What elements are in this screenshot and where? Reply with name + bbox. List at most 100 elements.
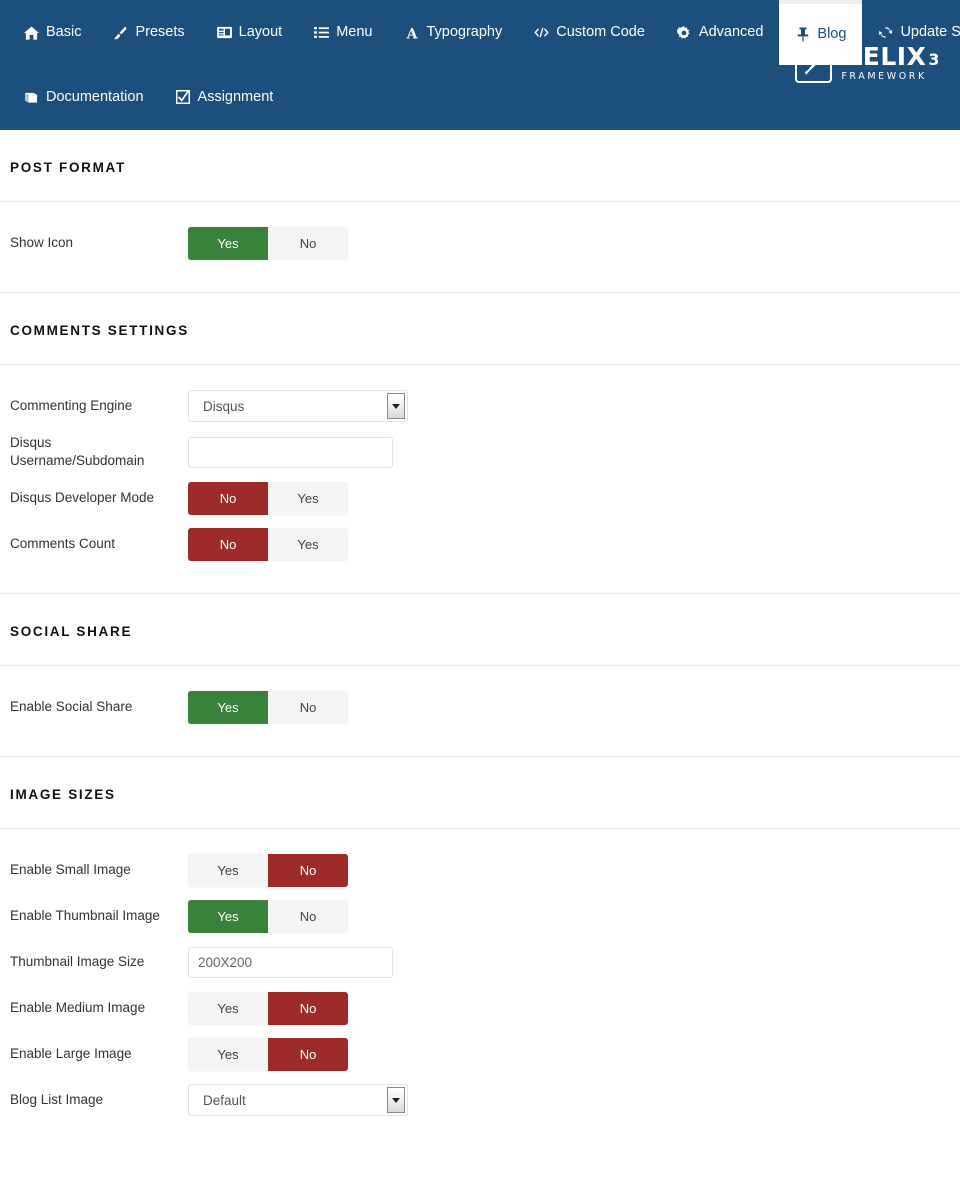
nav-tab-label: Assignment [197,88,274,105]
nav-tab-presets[interactable]: Presets [97,0,200,65]
select-blog-list-image[interactable]: Default [188,1084,408,1116]
toggle-option-no[interactable]: No [268,853,348,887]
toggle-option-no[interactable]: No [188,481,268,515]
nav-tab-label: Custom Code [556,24,645,41]
toggle-option-no[interactable]: No [188,527,268,561]
input-disqus-username-subdomain[interactable] [188,436,393,468]
toggle-option-yes[interactable]: Yes [268,527,348,561]
section-fields: Commenting Engine Disqus Disqus Username/S… [0,365,960,593]
helix-logo-subtitle: FRAMEWORK [841,70,927,82]
nav-tab-label: Documentation [46,88,144,105]
nav-tab-label: Update Settings [900,24,960,41]
field-control-comments-count: No Yes [188,527,950,561]
toggle-option-no[interactable]: No [268,991,348,1025]
toggle-disqus-developer-mode: No Yes [188,481,348,515]
toggle-option-no[interactable]: No [268,1037,348,1071]
toggle-option-yes[interactable]: Yes [188,991,268,1025]
toggle-enable-large-image: Yes No [188,1037,348,1071]
chevron-down-icon[interactable] [387,393,405,419]
nav-tab-typography[interactable]: A Typography [388,0,518,65]
helix-logo-word: HELIX [841,41,927,71]
select-value-blog-list-image: Default [203,1092,246,1108]
nav-tab-advanced[interactable]: Advanced [661,0,780,65]
section-header: POST FORMAT [0,130,960,202]
toggle-enable-medium-image: Yes No [188,991,348,1025]
field-label-disqus-developer-mode: Disqus Developer Mode [10,490,155,506]
brush-icon [113,25,128,40]
field-label-disqus-username-subdomain: Disqus Username/Subdomain [10,435,145,468]
nav-tab-label: Advanced [698,24,764,41]
field-label-comments-count: Comments Count [10,536,116,552]
nav-tab-label: Layout [238,24,283,41]
gear-icon [677,25,692,40]
svg-text:A: A [406,26,419,40]
field-label-blog-list-image: Blog List Image [10,1092,104,1108]
field-control-enable-small-image: Yes No [188,853,950,887]
field-row-disqus-developer-mode: Disqus Developer Mode No Yes [0,475,960,521]
toggle-option-no[interactable]: No [268,899,348,933]
section-title: POST FORMAT [10,160,126,175]
section-title: COMMENTS SETTINGS [10,323,189,338]
nav-tab-label: Typography [426,24,503,41]
book-icon [24,90,39,105]
toggle-enable-small-image: Yes No [188,853,348,887]
toggle-enable-social-share: Yes No [188,690,348,724]
helix-logo: HELIX 3 FRAMEWORK [795,42,940,83]
field-row-thumbnail-image-size: Thumbnail Image Size [0,939,960,985]
field-row-enable-large-image: Enable Large Image Yes No [0,1031,960,1077]
field-control-commenting-engine: Disqus [188,390,950,422]
nav-tab-custom-code[interactable]: Custom Code [518,0,661,65]
toggle-option-yes[interactable]: Yes [188,853,268,887]
chevron-down-icon[interactable] [387,1087,405,1113]
section-header: COMMENTS SETTINGS [0,292,960,365]
field-label-show-icon: Show Icon [10,235,74,251]
checkbox-icon [176,90,191,105]
field-label-enable-social-share: Enable Social Share [10,699,133,715]
toggle-option-no[interactable]: No [268,226,348,260]
field-control-enable-social-share: Yes No [188,690,950,724]
code-icon [534,25,549,40]
nav-tab-assignment[interactable]: Assignment [160,77,290,117]
helix-mark-icon [795,42,833,83]
field-label-enable-medium-image: Enable Medium Image [10,1000,146,1016]
field-label-thumbnail-image-size: Thumbnail Image Size [10,954,145,970]
nav-tab-layout[interactable]: Layout [201,0,299,65]
toggle-option-no[interactable]: No [268,690,348,724]
section-title: SOCIAL SHARE [10,624,133,639]
field-row-enable-social-share: Enable Social Share Yes No [0,684,960,730]
field-row-blog-list-image: Blog List Image Default [0,1077,960,1123]
field-row-enable-thumbnail-image: Enable Thumbnail Image Yes No [0,893,960,939]
field-control-disqus-developer-mode: No Yes [188,481,950,515]
layout-icon [216,25,232,40]
section-header: SOCIAL SHARE [0,593,960,666]
nav-tab-menu[interactable]: Menu [298,0,388,65]
field-row-commenting-engine: Commenting Engine Disqus [0,383,960,429]
nav-tab-documentation[interactable]: Documentation [8,77,160,117]
toggle-option-yes[interactable]: Yes [188,226,268,260]
field-row-comments-count: Comments Count No Yes [0,521,960,567]
font-icon: A [404,25,419,40]
toggle-option-yes[interactable]: Yes [268,481,348,515]
field-control-disqus-username-subdomain [188,436,950,468]
field-row-disqus-username-subdomain: Disqus Username/Subdomain [0,429,960,475]
nav-tab-basic[interactable]: Basic [8,0,97,65]
field-row-enable-medium-image: Enable Medium Image Yes No [0,985,960,1031]
toggle-option-yes[interactable]: Yes [188,899,268,933]
refresh-icon [878,25,893,40]
nav-tab-label: Blog [817,26,847,43]
field-control-blog-list-image: Default [188,1084,950,1116]
field-row-show-icon: Show Icon Yes No [0,220,960,266]
list-icon [314,25,330,40]
nav-tab-label: Presets [135,24,185,41]
field-control-enable-large-image: Yes No [188,1037,950,1071]
field-control-enable-thumbnail-image: Yes No [188,899,950,933]
select-commenting-engine[interactable]: Disqus [188,390,408,422]
nav-tab-label: Basic [46,24,82,41]
top-navigation-bar: Basic Presets Layout Menu A Typography Custom … [0,0,960,130]
section-fields: Enable Social Share Yes No [0,666,960,756]
home-icon [24,25,39,40]
input-thumbnail-image-size[interactable] [188,946,393,978]
toggle-option-yes[interactable]: Yes [188,1037,268,1071]
toggle-option-yes[interactable]: Yes [188,690,268,724]
field-label-commenting-engine: Commenting Engine [10,398,133,414]
